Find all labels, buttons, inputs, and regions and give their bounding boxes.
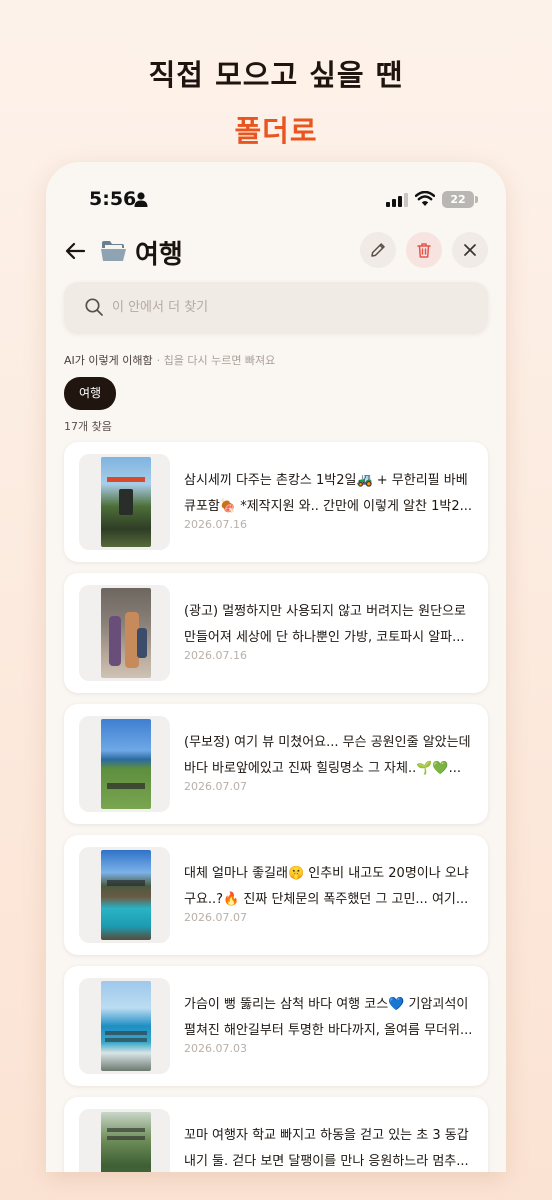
phone-screen: 5:56 22 여행 이 안에서 더 찾기 AI가 이렇게 이해함 · 칩을 다…	[46, 162, 506, 1172]
search-icon	[85, 298, 103, 316]
thumbnail	[79, 847, 170, 943]
ai-hint: · 칩을 다시 누르면 빠져요	[156, 354, 276, 367]
list-item[interactable]: 가슴이 뻥 뚫리는 삼척 바다 여행 코스💙 기암괴석이 펼쳐진 해안길부터 투…	[64, 966, 488, 1086]
status-time: 5:56	[89, 188, 137, 210]
list-item[interactable]: (무보정) 여기 뷰 미쳤어요... 무슨 공원인줄 알았는데 바다 바로앞에있…	[64, 704, 488, 824]
card-date: 2026.07.07	[184, 911, 247, 924]
close-button[interactable]	[452, 232, 488, 268]
back-arrow-icon[interactable]	[62, 237, 90, 265]
thumbnail	[79, 716, 170, 812]
search-bar[interactable]	[64, 282, 488, 332]
card-title: 삼시세끼 다주는 촌캉스 1박2일🚜 + 무한리필 바베큐포함🍖 *제작지원 와…	[184, 473, 473, 514]
thumbnail	[79, 585, 170, 681]
card-date: 2026.07.16	[184, 649, 247, 662]
thumbnail-image	[101, 457, 151, 547]
person-icon	[134, 192, 148, 207]
card-date: 2026.07.07	[184, 780, 247, 793]
thumbnail-image	[101, 1112, 151, 1172]
folder-title: 여행	[135, 240, 183, 270]
list-item[interactable]: 대체 얼마나 좋길래🤫 인추비 내고도 20명이나 오냐구요..?🔥 진짜 단체…	[64, 835, 488, 955]
card-title: 가슴이 뻥 뚫리는 삼척 바다 여행 코스💙 기암괴석이 펼쳐진 해안길부터 투…	[184, 997, 473, 1038]
thumbnail-image	[101, 850, 151, 940]
card-title: (광고) 멀쩡하지만 사용되지 않고 버려지는 원단으로 만들어져 세상에 단 …	[184, 604, 466, 645]
edit-button[interactable]	[360, 232, 396, 268]
result-count: 17개 찾음	[64, 420, 112, 433]
search-input[interactable]	[112, 282, 472, 332]
trash-icon	[417, 243, 431, 258]
ai-interpretation: AI가 이렇게 이해함 · 칩을 다시 누르면 빠져요	[64, 352, 275, 368]
battery-indicator: 22	[442, 191, 474, 208]
list-item[interactable]: 꼬마 여행자 학교 빠지고 하동을 걷고 있는 초 3 동갑내기 둘. 걷다 보…	[64, 1097, 488, 1172]
folder-header: 여행	[46, 228, 506, 274]
card-date: 2026.07.16	[184, 518, 247, 531]
list-item[interactable]: (광고) 멀쩡하지만 사용되지 않고 버려지는 원단으로 만들어져 세상에 단 …	[64, 573, 488, 693]
pencil-icon	[371, 243, 385, 257]
card-title: (무보정) 여기 뷰 미쳤어요... 무슨 공원인줄 알았는데 바다 바로앞에있…	[184, 735, 471, 776]
delete-button[interactable]	[406, 232, 442, 268]
thumbnail-image	[101, 981, 151, 1071]
open-folder-icon	[101, 241, 126, 261]
thumbnail	[79, 1109, 170, 1172]
ai-label: AI가 이렇게 이해함	[64, 354, 153, 367]
card-title: 대체 얼마나 좋길래🤫 인추비 내고도 20명이나 오냐구요..?🔥 진짜 단체…	[184, 866, 469, 907]
promo-subtitle: 폴더로	[234, 114, 318, 148]
signal-icon	[386, 193, 408, 207]
thumbnail-image	[101, 588, 151, 678]
wifi-icon	[415, 191, 435, 206]
close-icon	[464, 244, 476, 256]
list-item[interactable]: 삼시세끼 다주는 촌캉스 1박2일🚜 + 무한리필 바베큐포함🍖 *제작지원 와…	[64, 442, 488, 562]
card-date: 2026.07.03	[184, 1042, 247, 1055]
battery-cap	[475, 196, 478, 203]
status-bar: 5:56 22	[46, 162, 506, 236]
thumbnail	[79, 978, 170, 1074]
filter-chip-travel[interactable]: 여행	[64, 377, 117, 410]
promo-title: 직접 모으고 싶을 땐	[148, 58, 404, 92]
thumbnail	[79, 454, 170, 550]
thumbnail-image	[101, 719, 151, 809]
promo-heading: 직접 모으고 싶을 땐 폴더로	[0, 52, 552, 150]
card-title: 꼬마 여행자 학교 빠지고 하동을 걷고 있는 초 3 동갑내기 둘. 걷다 보…	[184, 1128, 469, 1169]
